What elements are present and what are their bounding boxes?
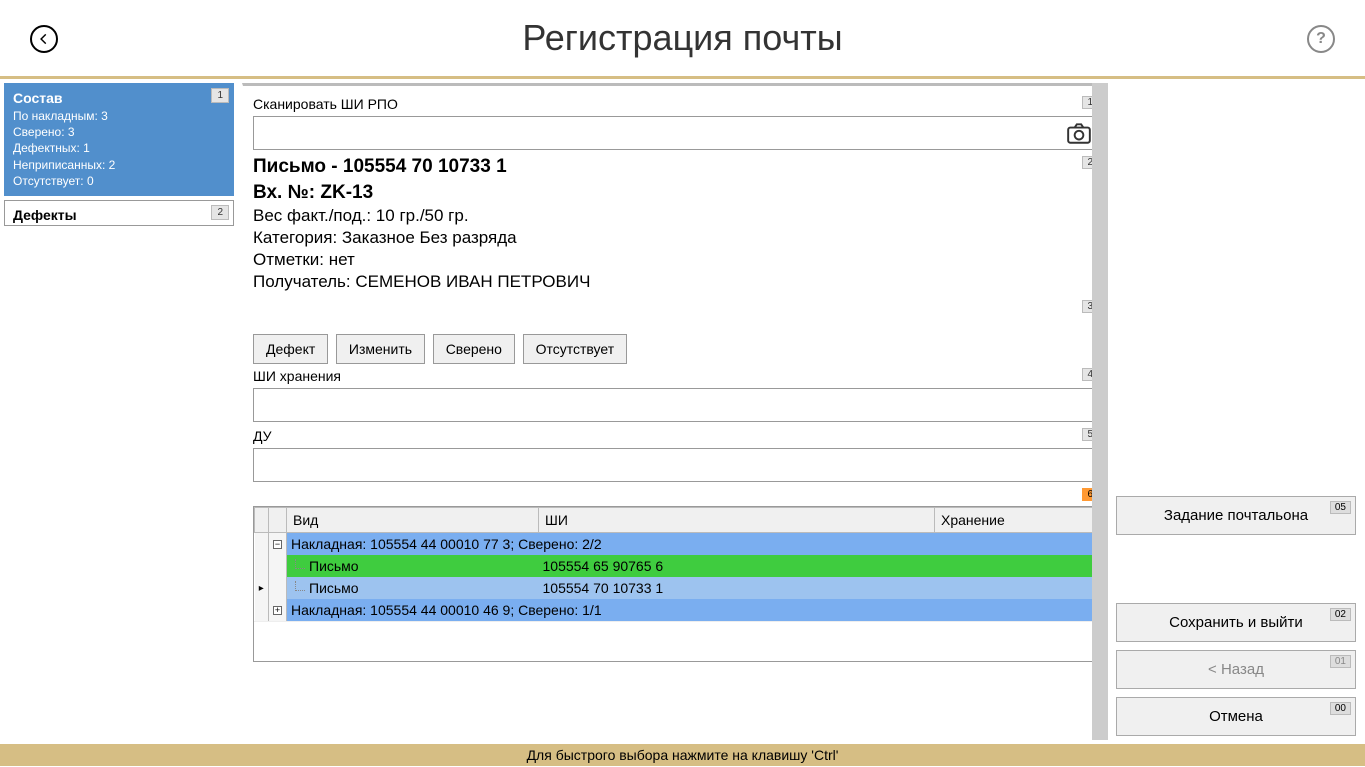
du-input[interactable] (253, 448, 1098, 482)
sidebar-item-composition[interactable]: 1 Состав По накладным: 3 Сверено: 3 Дефе… (4, 83, 234, 196)
inbox-number: Вх. №: ZK-13 (253, 182, 1098, 204)
scan-input[interactable] (253, 116, 1098, 150)
storage-input[interactable] (253, 388, 1098, 422)
action-buttons: Дефект Изменить Сверено Отсутствует (253, 334, 1098, 364)
composition-line: Отсутствует: 0 (13, 173, 225, 189)
buttons-badge-row: 3 (253, 300, 1098, 314)
storage-label: ШИ хранения 4 (253, 368, 1098, 384)
cancel-button[interactable]: Отмена 00 (1116, 697, 1356, 736)
col-storage[interactable]: Хранение (935, 508, 1097, 533)
verified-button[interactable]: Сверено (433, 334, 515, 364)
table-row[interactable]: ▸Письмо105554 70 10733 1 (255, 577, 1097, 599)
left-sidebar: 1 Состав По накладным: 3 Сверено: 3 Дефе… (0, 79, 238, 744)
defects-title: Дефекты (5, 201, 233, 225)
camera-icon[interactable] (1066, 120, 1092, 146)
back-button[interactable] (30, 25, 58, 53)
main-area: 1 Состав По накладным: 3 Сверено: 3 Дефе… (0, 79, 1365, 744)
col-kind[interactable]: Вид (287, 508, 539, 533)
recipient-line: Получатель: СЕМЕНОВ ИВАН ПЕТРОВИЧ (253, 272, 1098, 292)
header: Регистрация почты ? (0, 0, 1365, 76)
arrow-left-icon (37, 32, 51, 46)
composition-line: Дефектных: 1 (13, 140, 225, 156)
change-button[interactable]: Изменить (336, 334, 425, 364)
absent-button[interactable]: Отсутствует (523, 334, 628, 364)
composition-title: Состав (5, 84, 233, 108)
composition-line: Неприписанных: 2 (13, 157, 225, 173)
back-nav-button[interactable]: < Назад 01 (1116, 650, 1356, 689)
save-exit-button[interactable]: Сохранить и выйти 02 (1116, 603, 1356, 642)
composition-badge: 1 (211, 88, 229, 103)
composition-line: Сверено: 3 (13, 124, 225, 140)
letter-title: Письмо - 105554 70 10733 1 (253, 156, 507, 177)
table-row[interactable]: +Накладная: 105554 44 00010 46 9; Сверен… (255, 599, 1097, 621)
tree-table[interactable]: Вид ШИ Хранение −Накладная: 105554 44 00… (253, 506, 1098, 662)
category-line: Категория: Заказное Без разряда (253, 228, 1098, 248)
marks-line: Отметки: нет (253, 250, 1098, 270)
tree-badge-row: 6 (253, 488, 1098, 502)
page-title: Регистрация почты (522, 17, 842, 59)
composition-line: По накладным: 3 (13, 108, 225, 124)
help-button[interactable]: ? (1307, 25, 1335, 53)
postman-task-button[interactable]: Задание почтальона 05 (1116, 496, 1356, 535)
right-sidebar: Задание почтальона 05 Сохранить и выйти … (1108, 79, 1364, 744)
table-row[interactable]: −Накладная: 105554 44 00010 77 3; Сверен… (255, 533, 1097, 556)
scrollbar[interactable] (1092, 83, 1108, 740)
defect-button[interactable]: Дефект (253, 334, 328, 364)
sidebar-item-defects[interactable]: 2 Дефекты (4, 200, 234, 226)
weight-line: Вес факт./под.: 10 гр./50 гр. (253, 206, 1098, 226)
table-row[interactable]: Письмо105554 65 90765 6 (255, 555, 1097, 577)
center-panel: Сканировать ШИ РПО 1 Письмо - 105554 70 … (238, 79, 1108, 744)
letter-header-row: Письмо - 105554 70 10733 1 2 (253, 156, 1098, 178)
scan-label: Сканировать ШИ РПО 1 (253, 96, 1098, 112)
defects-badge: 2 (211, 205, 229, 220)
help-icon: ? (1316, 30, 1326, 48)
du-label: ДУ 5 (253, 428, 1098, 444)
composition-body: По накладным: 3 Сверено: 3 Дефектных: 1 … (5, 108, 233, 195)
col-shi[interactable]: ШИ (539, 508, 935, 533)
footer-hint: Для быстрого выбора нажмите на клавишу '… (0, 744, 1365, 766)
